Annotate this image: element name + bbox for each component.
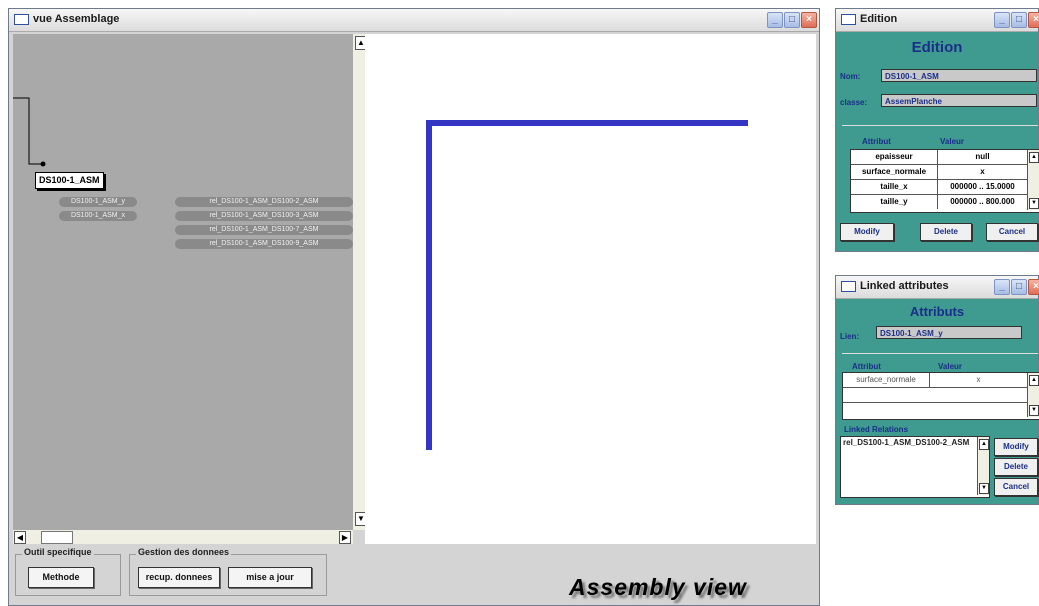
assembly-viewport[interactable] — [365, 34, 816, 544]
linked-window-title: Linked attributes — [860, 280, 949, 292]
valeur-col-header: Valeur — [938, 362, 963, 371]
assembly-view-caption: Assembly view — [569, 574, 747, 600]
delete-button[interactable]: Delete — [994, 458, 1038, 476]
assemblage-window: vue Assemblage _ □ × DS100-1_ASM DS100-1… — [8, 8, 820, 606]
scroll-down-arrow-icon[interactable]: ▼ — [1029, 405, 1039, 416]
scroll-left-arrow-icon[interactable]: ◀ — [14, 531, 26, 544]
edition-window: Edition _ □ × Edition Nom: DS100-1_ASM c… — [835, 8, 1039, 252]
main-window-title: vue Assemblage — [33, 13, 120, 25]
maximize-button[interactable]: □ — [1011, 12, 1027, 28]
lien-field[interactable]: DS100-1_ASM_y — [876, 326, 1022, 339]
bottom-toolbar: Outil specifique Methode Gestion des don… — [9, 544, 819, 605]
edition-heading: Edition — [911, 39, 963, 56]
graph-canvas[interactable]: DS100-1_ASM DS100-1_ASM_y DS100-1_ASM_x … — [13, 34, 353, 530]
linked-relations-list: rel_DS100-1_ASM_DS100-2_ASM ▲ ▼ — [840, 436, 990, 498]
classe-field[interactable]: AssemPlanche — [881, 94, 1037, 107]
nom-label: Nom: — [840, 72, 861, 81]
attribute-node[interactable]: DS100-1_ASM_y — [59, 197, 137, 207]
scroll-up-arrow-icon[interactable]: ▲ — [979, 439, 989, 450]
outil-group-label: Outil specifique — [22, 547, 94, 557]
minimize-button[interactable]: _ — [994, 12, 1010, 28]
maximize-button[interactable]: □ — [1011, 279, 1027, 295]
attribut-cell: taille_x — [851, 180, 938, 194]
table-row[interactable]: epaisseur null — [851, 150, 1027, 165]
linked-heading: Attributs — [909, 304, 965, 319]
horizontal-plank — [426, 120, 748, 126]
edition-window-title: Edition — [860, 13, 898, 25]
mise-a-jour-button[interactable]: mise a jour — [228, 567, 312, 588]
table-scrollbar[interactable]: ▲ ▼ — [1027, 373, 1039, 417]
table-scrollbar[interactable]: ▲ ▼ — [1027, 150, 1039, 210]
modify-button[interactable]: Modify — [994, 438, 1038, 456]
valeur-cell[interactable]: null — [938, 150, 1027, 164]
horizontal-scrollbar[interactable]: ◀ ▶ — [13, 530, 353, 544]
linked-attributes-window: Linked attributes _ □ × Attributs Lien: … — [835, 275, 1039, 505]
divider — [842, 125, 1038, 126]
table-row[interactable]: surface_normale x — [851, 165, 1027, 180]
valeur-cell[interactable]: x — [930, 373, 1027, 387]
modify-button[interactable]: Modify — [840, 223, 894, 241]
classe-label: classe: — [840, 98, 868, 107]
linked-relations-label: Linked Relations — [844, 425, 909, 434]
relation-node[interactable]: rel_DS100-1_ASM_DS100-7_ASM — [175, 225, 353, 235]
scroll-up-arrow-icon[interactable]: ▲ — [1029, 152, 1039, 163]
scroll-right-arrow-icon[interactable]: ▶ — [339, 531, 351, 544]
attributes-table: epaisseur null surface_normale x taille_… — [850, 149, 1039, 213]
linked-titlebar: Linked attributes _ □ × — [836, 276, 1039, 299]
attribut-cell: taille_y — [851, 195, 938, 209]
valeur-cell[interactable]: 000000 .. 15.0000 — [938, 180, 1027, 194]
list-scrollbar[interactable]: ▲ ▼ — [977, 437, 989, 495]
methode-button[interactable]: Methode — [28, 567, 94, 588]
nom-field[interactable]: DS100-1_ASM — [881, 69, 1037, 82]
attribut-col-header: Attribut — [852, 362, 881, 371]
attribut-cell: epaisseur — [851, 150, 938, 164]
recup-donnees-button[interactable]: recup. donnees — [138, 567, 220, 588]
attribut-cell: surface_normale — [851, 165, 938, 179]
table-row[interactable]: surface_normale x — [843, 373, 1027, 388]
gestion-group: Gestion des donnees recup. donnees mise … — [129, 547, 327, 596]
attribute-node[interactable]: DS100-1_ASM_x — [59, 211, 137, 221]
relation-node[interactable]: rel_DS100-1_ASM_DS100-3_ASM — [175, 211, 353, 221]
graph-connectors — [13, 97, 51, 191]
close-button[interactable]: × — [1028, 12, 1039, 28]
relation-node[interactable]: rel_DS100-1_ASM_DS100-9_ASM — [175, 239, 353, 249]
scroll-down-arrow-icon[interactable]: ▼ — [979, 483, 989, 494]
outil-group: Outil specifique Methode — [15, 547, 121, 596]
scroll-thumb[interactable] — [41, 531, 73, 544]
scroll-up-arrow-icon[interactable]: ▲ — [1029, 375, 1039, 386]
gestion-group-label: Gestion des donnees — [136, 547, 232, 557]
relation-node[interactable]: rel_DS100-1_ASM_DS100-2_ASM — [175, 197, 353, 207]
cancel-button[interactable]: Cancel — [986, 223, 1038, 241]
attribut-cell: surface_normale — [843, 373, 930, 387]
maximize-button[interactable]: □ — [784, 12, 800, 28]
lien-label: Lien: — [840, 332, 860, 341]
main-titlebar: vue Assemblage _ □ × — [9, 9, 819, 32]
table-row[interactable] — [843, 388, 1027, 403]
main-node[interactable]: DS100-1_ASM — [35, 172, 104, 189]
assembly-model — [426, 120, 748, 450]
valeur-cell[interactable]: x — [938, 165, 1027, 179]
window-icon — [14, 14, 29, 25]
linked-attributes-table: surface_normale x ▲ ▼ — [842, 372, 1039, 420]
table-row[interactable]: taille_x 000000 .. 15.0000 — [851, 180, 1027, 195]
vertical-plank — [426, 120, 432, 450]
attribut-col-header: Attribut — [862, 137, 891, 146]
valeur-cell[interactable]: 000000 .. 800.000 — [938, 195, 1027, 209]
close-button[interactable]: × — [801, 12, 817, 28]
edition-titlebar: Edition _ □ × — [836, 9, 1039, 32]
window-icon — [841, 14, 856, 25]
close-button[interactable]: × — [1028, 279, 1039, 295]
list-item[interactable]: rel_DS100-1_ASM_DS100-2_ASM — [843, 438, 969, 447]
minimize-button[interactable]: _ — [994, 279, 1010, 295]
delete-button[interactable]: Delete — [920, 223, 972, 241]
minimize-button[interactable]: _ — [767, 12, 783, 28]
window-icon — [841, 281, 856, 292]
table-row[interactable] — [843, 403, 1027, 417]
scroll-down-arrow-icon[interactable]: ▼ — [1029, 198, 1039, 209]
cancel-button[interactable]: Cancel — [994, 478, 1038, 496]
table-row[interactable]: taille_y 000000 .. 800.000 — [851, 195, 1027, 209]
divider — [842, 353, 1038, 354]
valeur-col-header: Valeur — [940, 137, 965, 146]
